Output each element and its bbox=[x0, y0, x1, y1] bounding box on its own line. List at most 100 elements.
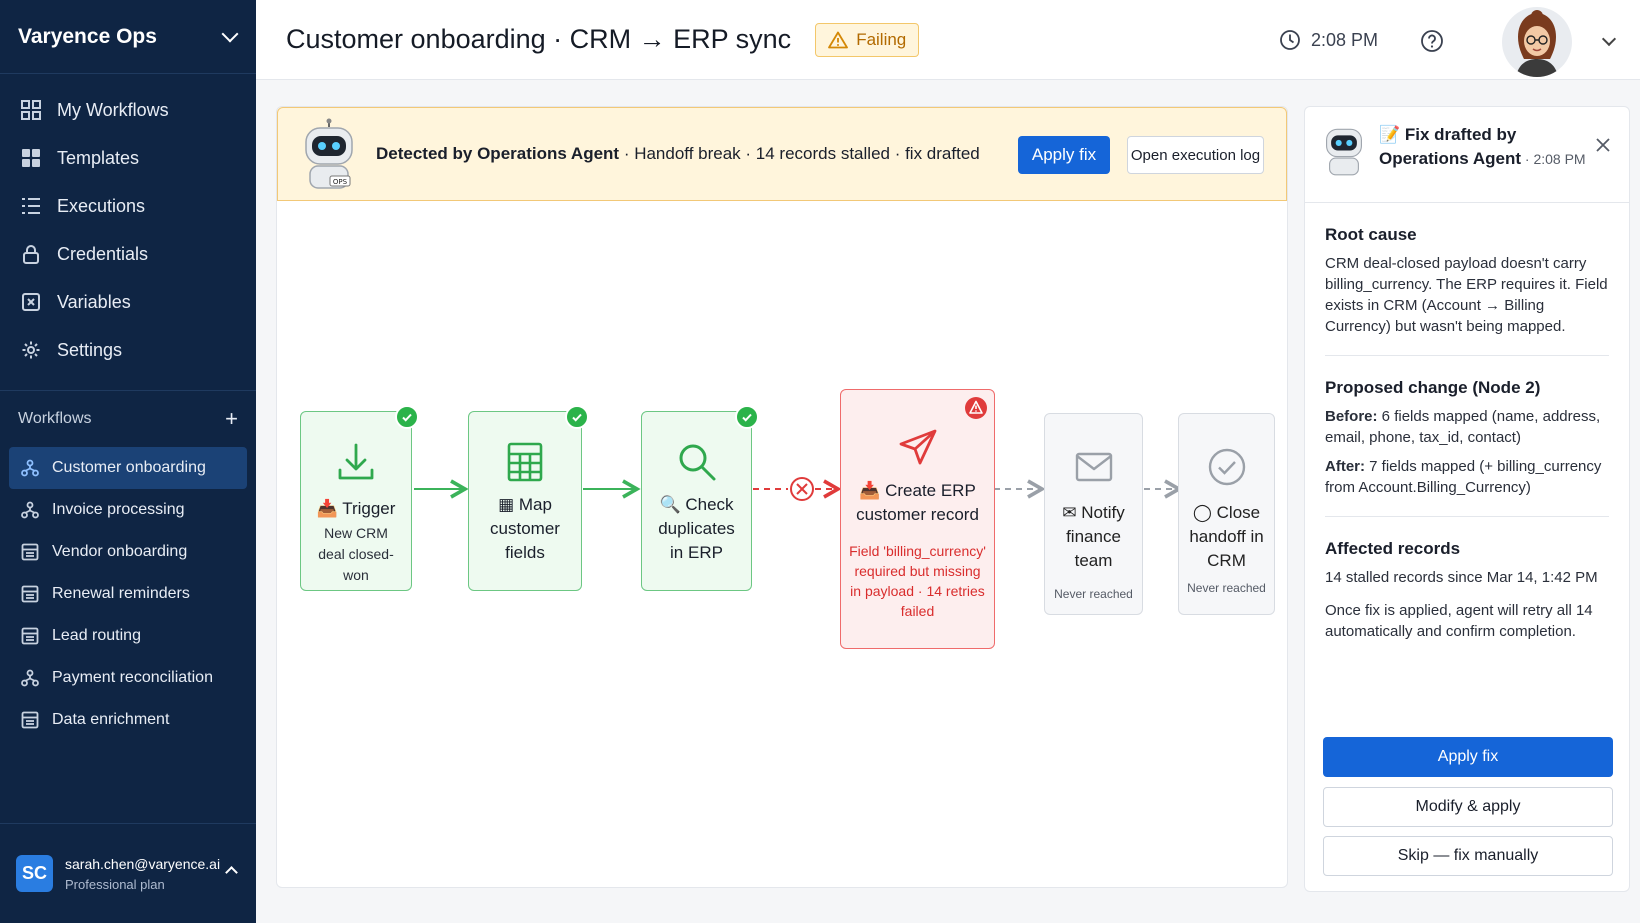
workflow-node-create-erp-record[interactable]: 📥 Create ERP customer record Field 'bill… bbox=[840, 389, 995, 649]
memo-icon: 📝 bbox=[1379, 125, 1405, 144]
nav-label: Settings bbox=[57, 339, 123, 360]
panel-title-prefix: Fix drafted by bbox=[1404, 125, 1517, 144]
variable-icon bbox=[20, 291, 42, 313]
skip-fix-manually-button[interactable]: Skip — fix manually bbox=[1323, 836, 1613, 876]
table-icon bbox=[20, 542, 40, 562]
workflow-icon bbox=[20, 500, 40, 520]
nav-label: Variables bbox=[57, 291, 131, 312]
add-workflow-button[interactable]: + bbox=[225, 406, 238, 432]
after-text: After: 7 fields mapped (+ billing_curren… bbox=[1325, 456, 1609, 498]
help-icon[interactable] bbox=[1420, 29, 1444, 53]
divider bbox=[1325, 355, 1609, 356]
fix-details-panel: 📝 Fix drafted by Operations Agent · 2:08… bbox=[1304, 106, 1630, 892]
node-label: Trigger bbox=[342, 499, 396, 518]
node-title: ✉ Notify finance team bbox=[1045, 501, 1142, 573]
workflow-item-data-enrichment[interactable]: Data enrichment bbox=[0, 699, 256, 741]
workflow-label: Data enrichment bbox=[52, 711, 170, 728]
spreadsheet-icon bbox=[507, 442, 543, 482]
before-label: Before: bbox=[1325, 408, 1378, 425]
node-icon-glyph: ✉ bbox=[1062, 503, 1082, 522]
current-time: 2:08 PM bbox=[1279, 0, 1378, 80]
table-icon bbox=[20, 710, 40, 730]
user-plan: Professional plan bbox=[65, 876, 165, 892]
close-icon[interactable] bbox=[1595, 137, 1611, 153]
nav-settings[interactable]: Settings bbox=[0, 326, 256, 374]
templates-icon bbox=[20, 147, 42, 169]
node-title: 🔍 Check duplicates in ERP bbox=[642, 493, 751, 565]
page-title: Customer onboarding · CRM → ERP sync bbox=[286, 24, 792, 54]
node-status-note: Never reached bbox=[1187, 581, 1266, 595]
user-email: sarah.chen@varyence.ai bbox=[65, 855, 221, 872]
before-text: Before: 6 fields mapped (name, address, … bbox=[1325, 406, 1609, 448]
nav-label: Credentials bbox=[57, 243, 149, 264]
workflow-node-notify-finance[interactable]: ✉ Notify finance team Never reached bbox=[1044, 413, 1143, 615]
workflow-item-vendor-onboarding[interactable]: Vendor onboarding bbox=[0, 531, 256, 573]
section-heading: Root cause bbox=[1325, 225, 1417, 244]
workflow-list: Customer onboarding Invoice processing V… bbox=[0, 447, 256, 741]
user-avatar[interactable] bbox=[1502, 7, 1572, 77]
node-status-note: Never reached bbox=[1054, 587, 1133, 601]
node-icon-glyph: 🔍 bbox=[659, 495, 686, 514]
main-nav: My Workflows Templates Executions Creden… bbox=[0, 74, 256, 374]
robot-agent-icon bbox=[1326, 128, 1362, 176]
workflow-node-trigger[interactable]: 📥 Trigger New CRM deal closed-won bbox=[300, 405, 419, 591]
root-cause-text: CRM deal-closed payload doesn't carry bi… bbox=[1325, 255, 1608, 335]
nav-my-workflows[interactable]: My Workflows bbox=[0, 86, 256, 134]
workflow-label: Renewal reminders bbox=[52, 585, 190, 602]
workflow-label: Lead routing bbox=[52, 627, 141, 644]
workflow-item-payment-reconciliation[interactable]: Payment reconciliation bbox=[0, 657, 256, 699]
time-label: 2:08 PM bbox=[1310, 29, 1378, 50]
workflow-item-renewal-reminders[interactable]: Renewal reminders bbox=[0, 573, 256, 615]
workflow-node-close-handoff[interactable]: ◯ Close handoff in CRM Never reached bbox=[1178, 413, 1275, 615]
list-icon bbox=[20, 195, 42, 217]
workflow-label: Invoice processing bbox=[52, 501, 185, 518]
workflow-item-invoice-processing[interactable]: Invoice processing bbox=[0, 489, 256, 531]
nav-credentials[interactable]: Credentials bbox=[0, 230, 256, 278]
panel-agent: Operations Agent bbox=[1379, 149, 1521, 168]
workflow-icon bbox=[20, 458, 40, 478]
lock-icon bbox=[20, 243, 42, 265]
node-icon-glyph: 📥 bbox=[859, 481, 886, 500]
workflow-item-lead-routing[interactable]: Lead routing bbox=[0, 615, 256, 657]
success-check-icon bbox=[395, 405, 419, 429]
clock-icon bbox=[1280, 30, 1300, 50]
section-heading: Affected records bbox=[1325, 539, 1461, 558]
search-icon bbox=[679, 444, 715, 481]
download-icon bbox=[338, 443, 374, 480]
mail-icon bbox=[1075, 452, 1112, 482]
retry-text: Once fix is applied, agent will retry al… bbox=[1325, 602, 1593, 640]
node-title: ◯ Close handoff in CRM bbox=[1179, 501, 1274, 573]
table-icon bbox=[20, 584, 40, 604]
chevron-down-icon[interactable] bbox=[1601, 31, 1617, 47]
error-alert-icon bbox=[965, 397, 987, 419]
nav-templates[interactable]: Templates bbox=[0, 134, 256, 182]
workflow-item-customer-onboarding[interactable]: Customer onboarding bbox=[9, 447, 247, 489]
node-title: 📥 Trigger bbox=[301, 497, 411, 521]
workspace-name: Varyence Ops bbox=[18, 24, 157, 48]
workflows-section-header: Workflows + bbox=[0, 391, 256, 447]
after-label: After: bbox=[1325, 458, 1365, 475]
apply-fix-button[interactable]: Apply fix bbox=[1323, 737, 1613, 777]
user-menu[interactable]: SC sarah.chen@varyence.ai Professional p… bbox=[0, 823, 256, 923]
nav-executions[interactable]: Executions bbox=[0, 182, 256, 230]
page-header: Customer onboarding · CRM → ERP sync Fai… bbox=[256, 0, 1640, 80]
affected-text: 14 stalled records since Mar 14, 1:42 PM bbox=[1325, 569, 1598, 586]
nav-variables[interactable]: Variables bbox=[0, 278, 256, 326]
node-subtitle: New CRM deal closed-won bbox=[318, 525, 394, 583]
status-badge: Failing bbox=[815, 22, 920, 57]
panel-title: 📝 Fix drafted by Operations Agent · 2:08… bbox=[1379, 123, 1586, 171]
user-initials-avatar: SC bbox=[16, 855, 53, 892]
modify-apply-button[interactable]: Modify & apply bbox=[1323, 787, 1613, 827]
node-error-message: Field 'billing_currency' required but mi… bbox=[849, 543, 986, 619]
workflow-node-check-duplicates[interactable]: 🔍 Check duplicates in ERP bbox=[641, 405, 759, 591]
after-value: 7 fields mapped (+ billing_currency from… bbox=[1325, 458, 1602, 496]
node-title: ▦ Map customer fields bbox=[469, 493, 581, 565]
root-cause-section: Root cause CRM deal-closed payload doesn… bbox=[1305, 225, 1629, 642]
node-title: 📥 Create ERP customer record bbox=[841, 479, 994, 527]
success-check-icon bbox=[565, 405, 589, 429]
workflow-node-map-fields[interactable]: ▦ Map customer fields bbox=[468, 405, 589, 591]
avatar-illustration bbox=[1516, 10, 1558, 77]
workflows-heading: Workflows bbox=[18, 410, 92, 427]
workspace-switcher[interactable]: Varyence Ops bbox=[0, 0, 256, 74]
gear-icon bbox=[20, 339, 42, 361]
